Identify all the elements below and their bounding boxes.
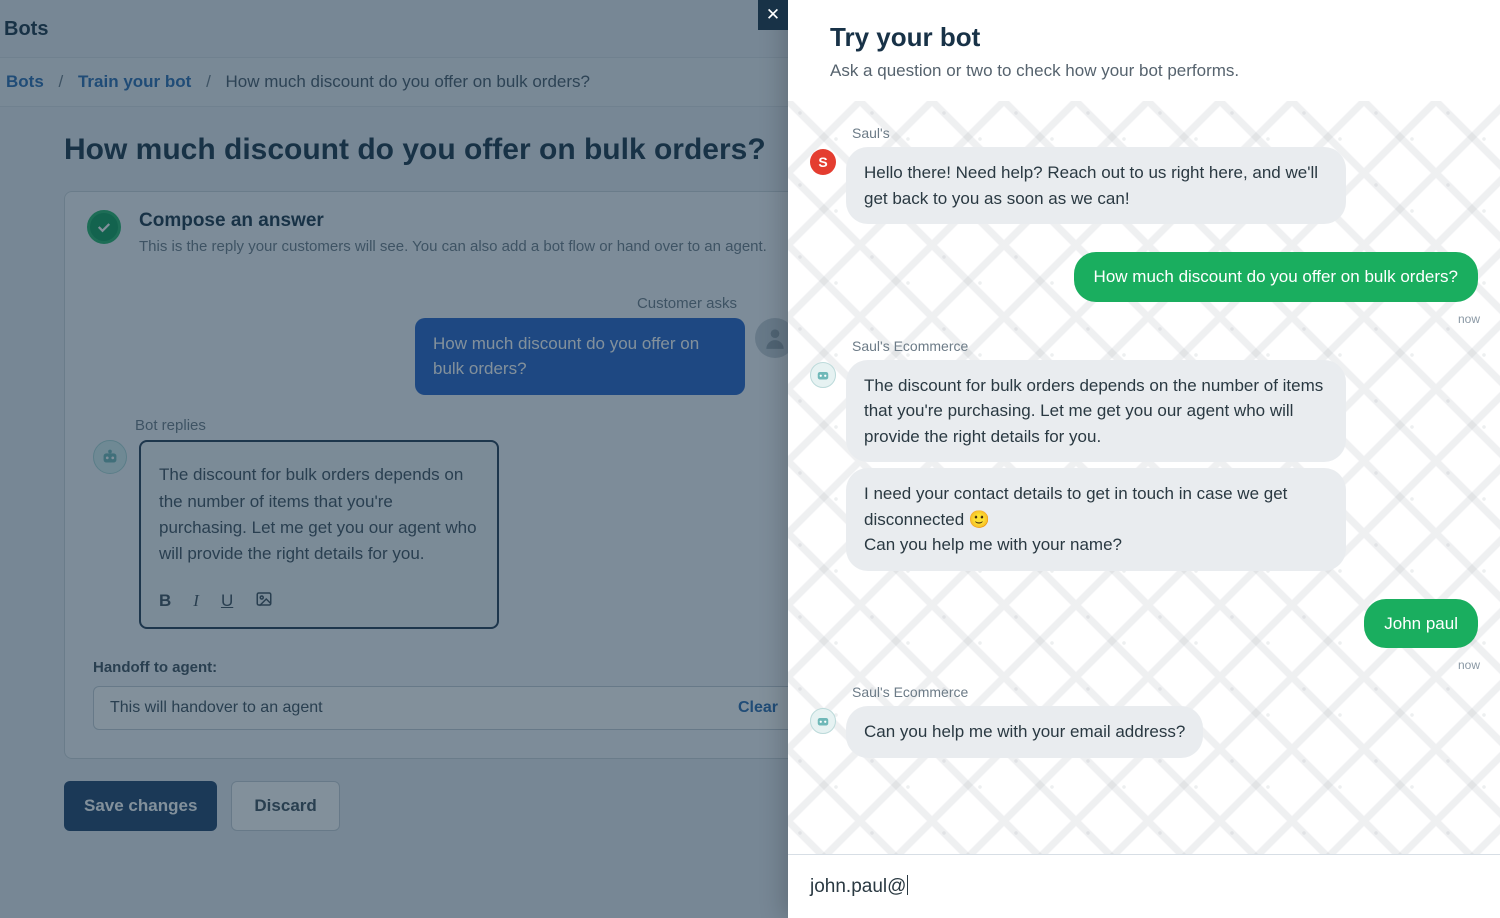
discard-button[interactable]: Discard xyxy=(231,781,339,831)
try-bot-panel: ✕ Try your bot Ask a question or two to … xyxy=(788,0,1500,918)
user-message: How much discount do you offer on bulk o… xyxy=(1074,252,1478,302)
bot-avatar-icon xyxy=(810,362,836,388)
bot-avatar-icon xyxy=(810,708,836,734)
sender-label: Saul's Ecommerce xyxy=(852,684,1478,700)
breadcrumb-sep: / xyxy=(59,72,64,91)
close-icon[interactable]: ✕ xyxy=(758,0,788,30)
sender-label: Saul's Ecommerce xyxy=(852,338,1478,354)
handoff-clear-link[interactable]: Clear xyxy=(738,699,778,717)
underline-icon[interactable]: U xyxy=(221,591,233,611)
bot-replies-label: Bot replies xyxy=(135,417,795,434)
sender-label: Saul's xyxy=(852,125,1478,141)
bot-reply-text[interactable]: The discount for bulk orders depends on … xyxy=(159,462,479,567)
breadcrumb-current: How much discount do you offer on bulk o… xyxy=(226,72,590,91)
bot-message: The discount for bulk orders depends on … xyxy=(846,360,1346,463)
breadcrumb-root[interactable]: Bots xyxy=(6,72,44,91)
handoff-value: This will handover to an agent xyxy=(110,699,323,717)
timestamp: now xyxy=(1458,658,1480,672)
italic-icon[interactable]: I xyxy=(193,591,199,611)
customer-asks-label: Customer asks xyxy=(93,295,737,312)
chat-input[interactable]: john.paul@ xyxy=(788,854,1500,918)
timestamp: now xyxy=(1458,312,1480,326)
compose-heading: Compose an answer xyxy=(139,210,767,232)
breadcrumb-parent[interactable]: Train your bot xyxy=(78,72,191,91)
page-title: How much discount do you offer on bulk o… xyxy=(64,133,824,167)
bot-message: I need your contact details to get in to… xyxy=(846,468,1346,571)
breadcrumb-sep: / xyxy=(206,72,211,91)
bot-message: Hello there! Need help? Reach out to us … xyxy=(846,147,1346,224)
bold-icon[interactable]: B xyxy=(159,591,171,611)
check-icon xyxy=(87,210,121,244)
customer-question-bubble: How much discount do you offer on bulk o… xyxy=(415,318,745,395)
sender-avatar: S xyxy=(810,149,836,175)
compose-subtext: This is the reply your customers will se… xyxy=(139,238,767,255)
handoff-label: Handoff to agent: xyxy=(93,659,795,676)
panel-title: Try your bot xyxy=(830,22,1458,53)
chat-input-value: john.paul@ xyxy=(810,876,908,897)
user-message: John paul xyxy=(1364,599,1478,649)
bot-reply-editor[interactable]: The discount for bulk orders depends on … xyxy=(139,440,499,628)
compose-card: Compose an answer This is the reply your… xyxy=(64,191,824,759)
bot-message: Can you help me with your email address? xyxy=(846,706,1203,758)
image-icon[interactable] xyxy=(255,590,273,613)
panel-subtitle: Ask a question or two to check how your … xyxy=(830,61,1458,81)
save-button[interactable]: Save changes xyxy=(64,781,217,831)
handoff-input[interactable]: This will handover to an agent Clear xyxy=(93,686,795,730)
bot-avatar-icon xyxy=(93,440,127,474)
